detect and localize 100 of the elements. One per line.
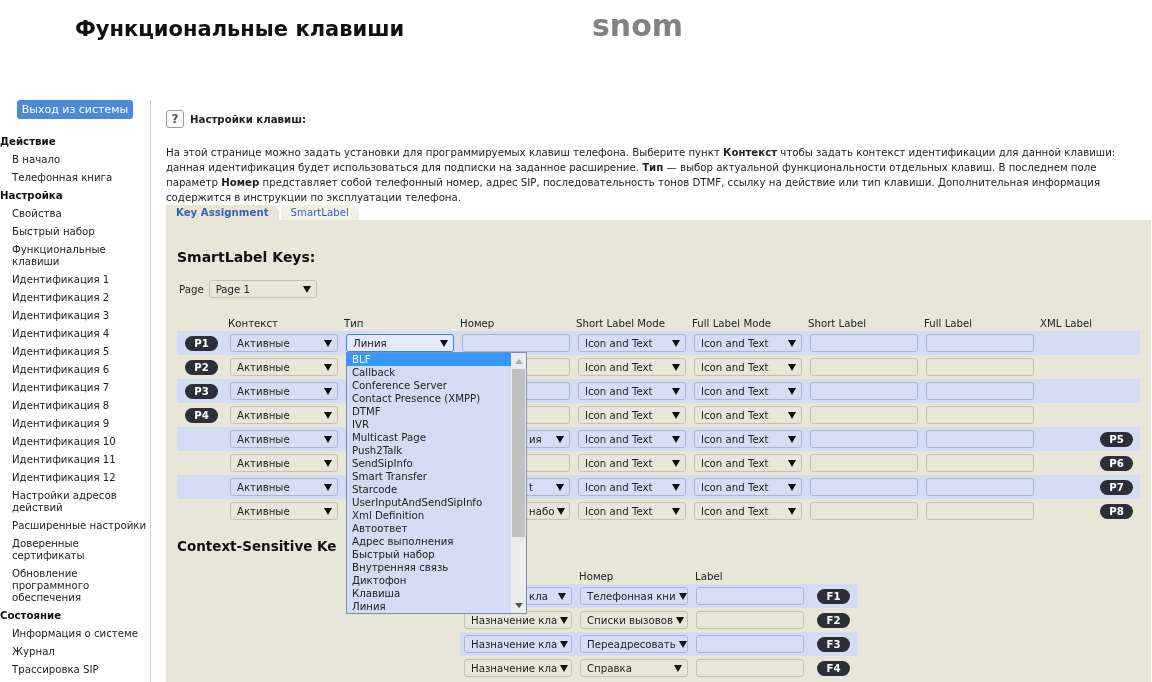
context-select[interactable]: Активные	[230, 334, 338, 352]
number-select[interactable]: ия	[527, 430, 570, 448]
scroll-down-arrow-icon[interactable]	[514, 602, 523, 608]
context-select[interactable]: Активные	[230, 454, 338, 472]
dropdown-option[interactable]: Smart Transfer	[347, 470, 511, 483]
number-select[interactable]: Списки вызовов	[580, 611, 688, 629]
full-label-mode-select[interactable]: Icon and Text	[694, 358, 802, 376]
context-select[interactable]: Активные	[230, 430, 338, 448]
number-field[interactable]	[462, 334, 570, 352]
dropdown-option[interactable]: Starcode	[347, 483, 511, 496]
short-label-field[interactable]	[810, 406, 918, 424]
dropdown-option[interactable]: Клавиша	[347, 587, 511, 600]
function-select[interactable]: кла	[527, 587, 572, 605]
number-field[interactable]	[527, 454, 570, 472]
context-select[interactable]: Активные	[230, 382, 338, 400]
short-label-mode-select[interactable]: Icon and Text	[578, 430, 686, 448]
label-field[interactable]	[696, 611, 804, 629]
function-select[interactable]: Назначение кла	[464, 659, 572, 677]
sidebar-item[interactable]: Обновление программного обеспечения	[12, 568, 150, 604]
full-label-field[interactable]	[926, 502, 1034, 520]
sidebar-item[interactable]: Идентификация 1	[12, 274, 110, 286]
dropdown-option[interactable]: IVR	[347, 418, 511, 431]
dropdown-option[interactable]: Автоответ	[347, 522, 511, 535]
number-field[interactable]	[527, 358, 570, 376]
context-select[interactable]: Активные	[230, 502, 338, 520]
sidebar-item[interactable]: Идентификация 8	[12, 400, 110, 412]
dropdown-option[interactable]: Линия	[347, 600, 511, 613]
full-label-field[interactable]	[926, 478, 1034, 496]
short-label-mode-select[interactable]: Icon and Text	[578, 358, 686, 376]
label-field[interactable]	[696, 659, 804, 677]
short-label-field[interactable]	[810, 502, 918, 520]
sidebar-item[interactable]: Настройки адресов действий	[12, 490, 150, 514]
sidebar-item[interactable]: Идентификация 4	[12, 328, 110, 340]
number-select[interactable]: Телефонная кни	[580, 587, 688, 605]
full-label-mode-select[interactable]: Icon and Text	[694, 502, 802, 520]
sidebar-item[interactable]: Телефонная книга	[12, 172, 113, 184]
sidebar-item[interactable]: Информация о системе	[12, 628, 138, 640]
label-field[interactable]	[696, 635, 804, 653]
sidebar-item[interactable]: Идентификация 3	[12, 310, 110, 322]
short-label-mode-select[interactable]: Icon and Text	[578, 454, 686, 472]
short-label-field[interactable]	[810, 478, 918, 496]
short-label-mode-select[interactable]: Icon and Text	[578, 334, 686, 352]
dropdown-option[interactable]: Быстрый набор	[347, 548, 511, 561]
help-button[interactable]: ?	[166, 110, 184, 128]
full-label-field[interactable]	[926, 382, 1034, 400]
tab[interactable]: Key Assignment	[166, 205, 279, 220]
sidebar-item[interactable]: Идентификация 12	[12, 472, 116, 484]
label-field[interactable]	[696, 587, 804, 605]
sidebar-item[interactable]: Идентификация 6	[12, 364, 110, 376]
full-label-mode-select[interactable]: Icon and Text	[694, 406, 802, 424]
full-label-mode-select[interactable]: Icon and Text	[694, 334, 802, 352]
dropdown-option[interactable]: Диктофон	[347, 574, 511, 587]
sidebar-item[interactable]: Журнал	[12, 646, 55, 658]
dropdown-option[interactable]: SendSipInfo	[347, 457, 511, 470]
sidebar-item[interactable]: Идентификация 5	[12, 346, 110, 358]
dropdown-option[interactable]: Xml Definition	[347, 509, 511, 522]
sidebar-item[interactable]: Свойства	[12, 208, 62, 220]
short-label-mode-select[interactable]: Icon and Text	[578, 406, 686, 424]
scrollbar-track[interactable]	[511, 353, 526, 613]
logout-button[interactable]: Выход из системы	[17, 100, 133, 119]
short-label-field[interactable]	[810, 334, 918, 352]
context-select[interactable]: Активные	[230, 358, 338, 376]
number-select[interactable]: t	[527, 478, 570, 496]
short-label-field[interactable]	[810, 454, 918, 472]
dropdown-option[interactable]: Адрес выполнения	[347, 535, 511, 548]
dropdown-option[interactable]: Contact Presence (XMPP)	[347, 392, 511, 405]
number-select[interactable]: Переадресовать	[580, 635, 688, 653]
context-select[interactable]: Активные	[230, 406, 338, 424]
number-select[interactable]: Справка	[580, 659, 688, 677]
sidebar-item[interactable]: Расширенные настройки	[12, 520, 147, 532]
full-label-field[interactable]	[926, 358, 1034, 376]
number-field[interactable]	[527, 382, 570, 400]
sidebar-item[interactable]: Идентификация 9	[12, 418, 110, 430]
short-label-mode-select[interactable]: Icon and Text	[578, 502, 686, 520]
dropdown-option[interactable]: UserInputAndSendSipInfo	[347, 496, 511, 509]
dropdown-option[interactable]: Внутренняя связь	[347, 561, 511, 574]
sidebar-item[interactable]: Функциональные клавиши	[12, 244, 150, 268]
sidebar-item[interactable]: Доверенные сертификаты	[12, 538, 150, 562]
short-label-mode-select[interactable]: Icon and Text	[578, 382, 686, 400]
full-label-field[interactable]	[926, 406, 1034, 424]
sidebar-item[interactable]: Идентификация 10	[12, 436, 116, 448]
type-select[interactable]: Линия	[346, 334, 454, 352]
dropdown-option[interactable]: DTMF	[347, 405, 511, 418]
dropdown-option[interactable]: Callback	[347, 366, 511, 379]
page-select[interactable]: Page 1	[208, 280, 317, 298]
short-label-mode-select[interactable]: Icon and Text	[578, 478, 686, 496]
context-select[interactable]: Активные	[230, 478, 338, 496]
full-label-field[interactable]	[926, 334, 1034, 352]
tab[interactable]: SmartLabel	[280, 205, 359, 220]
full-label-mode-select[interactable]: Icon and Text	[694, 382, 802, 400]
dropdown-option[interactable]: Push2Talk	[347, 444, 511, 457]
full-label-mode-select[interactable]: Icon and Text	[694, 430, 802, 448]
sidebar-item[interactable]: Быстрый набор	[12, 226, 95, 238]
scrollbar-thumb[interactable]	[512, 369, 525, 537]
short-label-field[interactable]	[810, 430, 918, 448]
short-label-field[interactable]	[810, 358, 918, 376]
full-label-field[interactable]	[926, 454, 1034, 472]
dropdown-option[interactable]: Conference Server	[347, 379, 511, 392]
sidebar-item[interactable]: Идентификация 2	[12, 292, 110, 304]
dropdown-option[interactable]: Multicast Page	[347, 431, 511, 444]
